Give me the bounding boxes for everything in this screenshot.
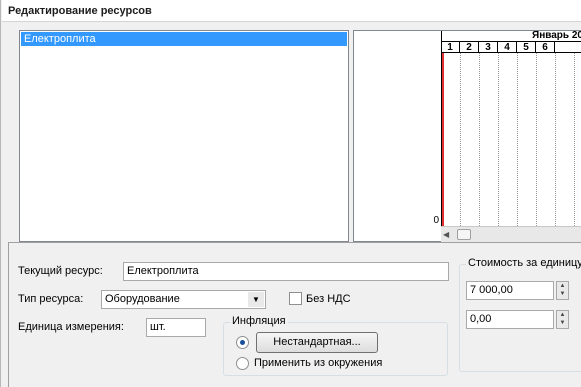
- day-cell: 5: [517, 42, 536, 53]
- title-bar: Редактирование ресурсов: [2, 0, 581, 22]
- upper-area: Електроплита 0 Январь 2012 1 2 3 4 5 6: [13, 28, 581, 242]
- current-resource-field[interactable]: Електроплита: [123, 262, 449, 281]
- chevron-down-icon[interactable]: ▼: [248, 292, 264, 307]
- resource-list[interactable]: Електроплита: [19, 30, 349, 242]
- grid-line: [498, 53, 499, 226]
- nonstandard-radio[interactable]: [236, 336, 249, 349]
- grid-line: [460, 53, 461, 226]
- grid-line: [536, 53, 537, 226]
- no-vat-label: Без НДС: [306, 293, 351, 305]
- resource-type-value: Оборудование: [105, 293, 180, 305]
- second-value-field[interactable]: 0,00: [466, 310, 554, 329]
- current-resource-value: Електроплита: [127, 265, 199, 277]
- grid-line: [479, 53, 480, 226]
- month-header: Январь 2012: [441, 31, 581, 42]
- nonstandard-button[interactable]: Нестандартная...: [256, 332, 378, 353]
- day-cell: 6: [536, 42, 555, 53]
- day-cell: 2: [460, 42, 479, 53]
- unit-value: шт.: [150, 321, 166, 333]
- unit-label: Единица измерения:: [18, 321, 124, 333]
- inflation-group-label: Инфляция: [230, 315, 288, 327]
- radio-selected-dot: [240, 340, 245, 345]
- cost-spinner[interactable]: ▲ ▼: [556, 281, 569, 300]
- axis-zero-label: 0: [433, 215, 439, 226]
- grid-line: [574, 53, 575, 226]
- cost-value: 7 000,00: [470, 284, 513, 296]
- scroll-thumb[interactable]: [457, 229, 471, 240]
- day-cell: 3: [479, 42, 498, 53]
- window-title: Редактирование ресурсов: [8, 5, 152, 17]
- list-item[interactable]: Електроплита: [21, 32, 347, 46]
- gantt-chart[interactable]: Январь 2012 1 2 3 4 5 6 ◀: [441, 30, 581, 242]
- no-vat-checkbox[interactable]: [289, 292, 302, 305]
- second-value: 0,00: [470, 313, 492, 325]
- day-cell: 4: [498, 42, 517, 53]
- unit-field[interactable]: шт.: [146, 318, 206, 337]
- cost-group: Стоимость за единицу 7 000,00 ▲ ▼ 0,00 ▲ ▼: [459, 257, 581, 372]
- current-resource-label: Текущий ресурс:: [18, 265, 103, 277]
- second-value-spinner[interactable]: ▲ ▼: [556, 310, 569, 329]
- grid-line: [517, 53, 518, 226]
- resource-type-label: Тип ресурса:: [18, 293, 84, 305]
- resource-details-panel: Текущий ресурс: Електроплита Тип ресурса…: [8, 242, 581, 387]
- scroll-left-icon[interactable]: ◀: [443, 230, 449, 239]
- day-cell: 1: [441, 42, 460, 53]
- resource-editor-window: Редактирование ресурсов Електроплита 0 Я…: [0, 0, 581, 387]
- month-label: Январь 2012: [532, 30, 581, 41]
- apply-from-env-radio[interactable]: [236, 357, 249, 370]
- cost-field[interactable]: 7 000,00: [466, 281, 554, 300]
- cost-group-label: Стоимость за единицу: [466, 257, 581, 269]
- apply-from-env-label: Применить из окружения: [254, 357, 383, 369]
- inflation-group: Инфляция Нестандартная... Применить из о…: [223, 315, 448, 376]
- today-line: [442, 53, 444, 226]
- grid-line: [555, 53, 556, 226]
- day-header: 1 2 3 4 5 6: [441, 42, 581, 53]
- resource-type-select[interactable]: Оборудование ▼: [101, 290, 266, 309]
- horizontal-scrollbar[interactable]: ◀: [441, 226, 581, 242]
- chart-axis-panel: 0: [353, 30, 441, 242]
